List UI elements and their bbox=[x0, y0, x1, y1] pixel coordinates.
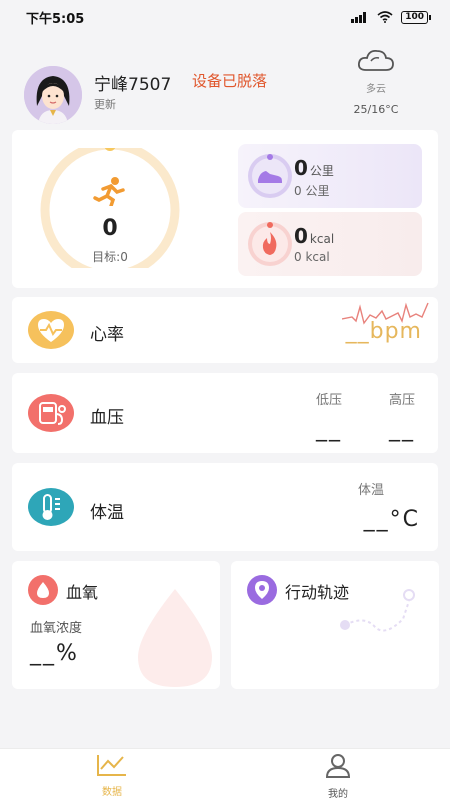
thermometer-icon bbox=[28, 488, 74, 526]
person-icon bbox=[325, 754, 351, 778]
temperature-sub-label: 体温 bbox=[357, 483, 384, 498]
blood-pressure-label: 血压 bbox=[90, 408, 124, 428]
status-time: 下午5:05 bbox=[26, 11, 85, 27]
weather-widget: 多云 25/16°C bbox=[346, 46, 406, 116]
distance-card[interactable]: 0 公里 0 公里 bbox=[238, 144, 422, 208]
battery-icon: 100 bbox=[401, 10, 431, 24]
chart-icon bbox=[97, 755, 126, 776]
steps-ring[interactable]: 0 目标:0 bbox=[36, 148, 184, 268]
running-icon bbox=[93, 177, 125, 206]
status-icons: 100 bbox=[351, 10, 431, 24]
calories-card[interactable]: 0 kcal 0 kcal bbox=[238, 212, 422, 276]
heart-rate-value: __bpm bbox=[345, 319, 422, 344]
avatar-icon bbox=[24, 66, 82, 124]
spo2-value: __% bbox=[30, 641, 79, 666]
steps-value: 0 bbox=[102, 216, 118, 241]
blood-pressure-icon bbox=[28, 394, 74, 432]
shoe-icon bbox=[248, 154, 292, 198]
spo2-label: 血氧 bbox=[66, 583, 99, 602]
location-pin-icon bbox=[247, 575, 277, 605]
temperature-card[interactable]: 体温 体温 __°C bbox=[12, 463, 438, 551]
drop-icon bbox=[28, 575, 58, 605]
low-pressure-value: __ bbox=[316, 417, 342, 442]
heart-rate-label: 心率 bbox=[90, 325, 124, 345]
distance-unit: 公里 bbox=[309, 164, 334, 178]
tab-mine-label: 我的 bbox=[328, 789, 348, 800]
weather-condition: 多云 bbox=[366, 84, 386, 95]
track-label: 行动轨迹 bbox=[285, 583, 350, 602]
update-label[interactable]: 更新 bbox=[94, 96, 116, 112]
tab-data-label: 数据 bbox=[102, 787, 122, 798]
spo2-sub-label: 血氧浓度 bbox=[30, 621, 83, 636]
high-pressure-value: __ bbox=[389, 417, 415, 442]
signal-icon bbox=[351, 11, 367, 23]
high-pressure-label: 高压 bbox=[389, 393, 416, 408]
blood-pressure-card[interactable]: 血压 低压 高压 __ __ bbox=[12, 373, 438, 453]
temperature-value: __°C bbox=[363, 507, 420, 532]
bottom-tab-bar: 数据 我的 bbox=[0, 748, 450, 800]
low-pressure-label: 低压 bbox=[316, 393, 343, 408]
track-card[interactable]: 行动轨迹 bbox=[231, 561, 439, 689]
wifi-icon bbox=[377, 11, 393, 23]
calories-value: 0 kcal bbox=[294, 224, 335, 248]
temperature-label: 体温 bbox=[90, 503, 124, 523]
flame-icon bbox=[248, 222, 292, 266]
heart-icon bbox=[28, 311, 74, 349]
status-bar: 下午5:05 100 bbox=[0, 0, 450, 34]
spo2-card[interactable]: 血氧 血氧浓度 __% bbox=[12, 561, 220, 689]
steps-goal: 目标:0 bbox=[92, 250, 128, 264]
cloud-icon bbox=[357, 49, 394, 71]
username: 宁峰7507 bbox=[94, 75, 172, 95]
heart-rate-card[interactable]: 心率 __bpm bbox=[12, 297, 438, 363]
calories-unit: kcal bbox=[309, 232, 335, 246]
distance-value: 0 公里 bbox=[294, 156, 334, 180]
avatar[interactable] bbox=[24, 66, 82, 124]
drop-watermark-icon bbox=[138, 589, 212, 687]
distance-sub: 0 公里 bbox=[294, 184, 330, 198]
weather-temperature: 25/16°C bbox=[353, 103, 399, 116]
tab-mine[interactable]: 我的 bbox=[298, 753, 378, 800]
device-status: 设备已脱落 bbox=[192, 72, 268, 90]
calories-sub: 0 kcal bbox=[294, 250, 330, 264]
tab-data[interactable]: 数据 bbox=[72, 753, 152, 798]
header: 宁峰7507 设备已脱落 更新 多云 25/16°C bbox=[0, 49, 450, 124]
activity-card[interactable]: 0 目标:0 0 公里 0 公里 0 kcal 0 kcal bbox=[12, 130, 438, 288]
